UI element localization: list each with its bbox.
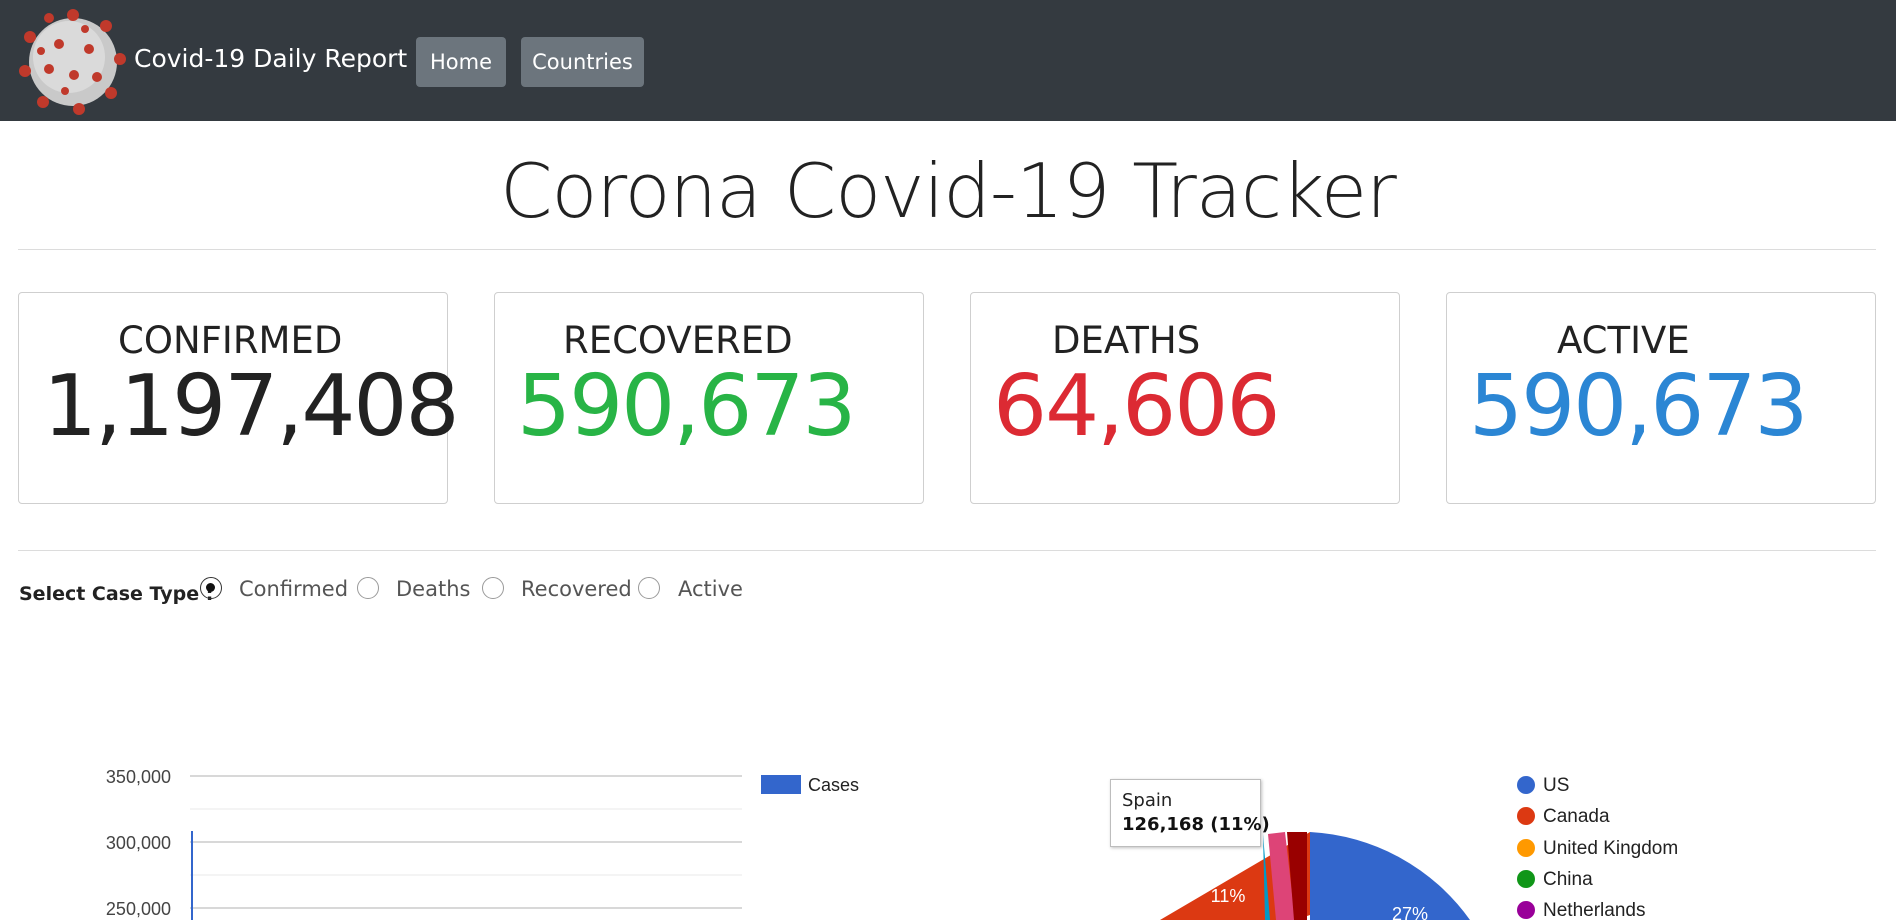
page-title: Corona Covid-19 Tracker	[500, 147, 1397, 235]
recovered-label: RECOVERED	[563, 319, 793, 362]
active-card: ACTIVE 590,673	[1446, 292, 1876, 504]
countries-button[interactable]: Countries	[521, 37, 644, 87]
bar-chart: 350,000 300,000 250,000 Cases	[106, 767, 859, 920]
pie-tooltip: Spain 126,168 (11%)	[1110, 779, 1270, 847]
confirmed-value: 1,197,408	[43, 357, 460, 456]
legend-label-netherlands[interactable]: Netherlands	[1543, 900, 1645, 920]
confirmed-label: CONFIRMED	[118, 319, 343, 362]
legend-label-cases[interactable]: Cases	[808, 775, 859, 795]
pie-slice-label-us: 27%	[1392, 904, 1428, 920]
radio-recovered[interactable]	[482, 577, 504, 599]
deaths-label: DEATHS	[1052, 319, 1201, 362]
tooltip-name: Spain	[1122, 790, 1173, 811]
tooltip-value: 126,168 (11%)	[1122, 814, 1270, 835]
case-type-label: Select Case Type :	[19, 583, 214, 605]
radio-recovered-label[interactable]: Recovered	[521, 577, 632, 601]
legend-swatch-cases	[761, 775, 801, 794]
radio-active-label[interactable]: Active	[678, 577, 743, 601]
title-divider	[18, 249, 1876, 250]
deaths-value: 64,606	[993, 357, 1280, 456]
home-button[interactable]: Home	[416, 37, 506, 87]
legend-dot-china	[1517, 870, 1535, 888]
active-label: ACTIVE	[1557, 319, 1690, 362]
brand-title[interactable]: Covid-19 Daily Report	[134, 44, 407, 73]
y-tick-label: 350,000	[106, 767, 171, 787]
radio-confirmed[interactable]	[200, 577, 222, 599]
radio-deaths[interactable]	[357, 577, 379, 599]
legend-label-us[interactable]: US	[1543, 775, 1569, 796]
legend-dot-us	[1517, 776, 1535, 794]
recovered-card: RECOVERED 590,673	[494, 292, 924, 504]
y-tick-label: 300,000	[106, 833, 171, 853]
y-gridlines	[190, 775, 742, 909]
legend-label-canada[interactable]: Canada	[1543, 806, 1610, 827]
legend-dot-canada	[1517, 807, 1535, 825]
pie-slice-us[interactable]	[1310, 832, 1470, 920]
radio-deaths-label[interactable]: Deaths	[396, 577, 470, 601]
cards-divider	[18, 550, 1876, 551]
legend-dot-netherlands	[1517, 901, 1535, 919]
legend-dot-united-kingdom	[1517, 839, 1535, 857]
legend-label-china[interactable]: China	[1543, 869, 1593, 890]
bar[interactable]	[191, 831, 193, 920]
pie-legend: US Canada United Kingdom China Netherlan…	[1517, 775, 1678, 920]
confirmed-card: CONFIRMED 1,197,408	[18, 292, 460, 504]
y-tick-label: 250,000	[106, 899, 171, 919]
radio-confirmed-label[interactable]: Confirmed	[239, 577, 348, 601]
pie-slices	[1160, 832, 1470, 920]
active-value: 590,673	[1469, 357, 1808, 456]
radio-active[interactable]	[638, 577, 660, 599]
recovered-value: 590,673	[517, 357, 856, 456]
pie-slice-label-canada: 11%	[1211, 886, 1246, 906]
navbar: Covid-19 Daily Report Home Countries	[0, 0, 1896, 121]
legend-label-united-kingdom[interactable]: United Kingdom	[1543, 838, 1678, 859]
deaths-card: DEATHS 64,606	[970, 292, 1400, 504]
coronavirus-logo-icon[interactable]	[19, 9, 127, 115]
